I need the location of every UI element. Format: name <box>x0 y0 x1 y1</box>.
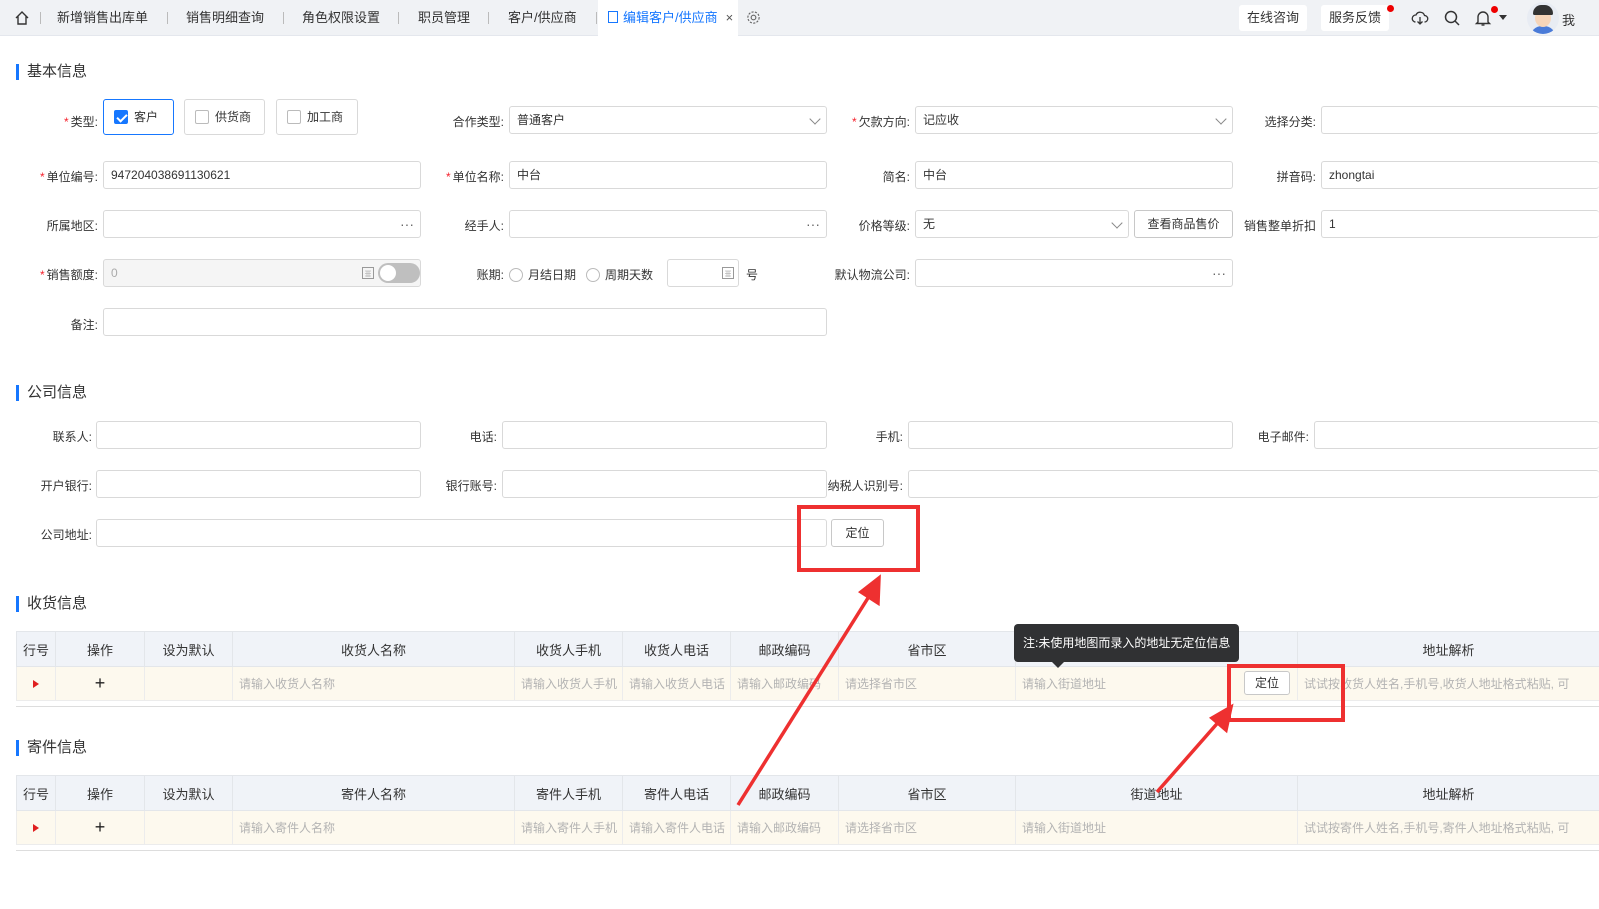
annotation-arrowhead <box>857 574 881 607</box>
annotation-arrows <box>736 574 1234 806</box>
annotation-arrow <box>1155 716 1224 794</box>
annotation-arrow <box>736 589 875 806</box>
